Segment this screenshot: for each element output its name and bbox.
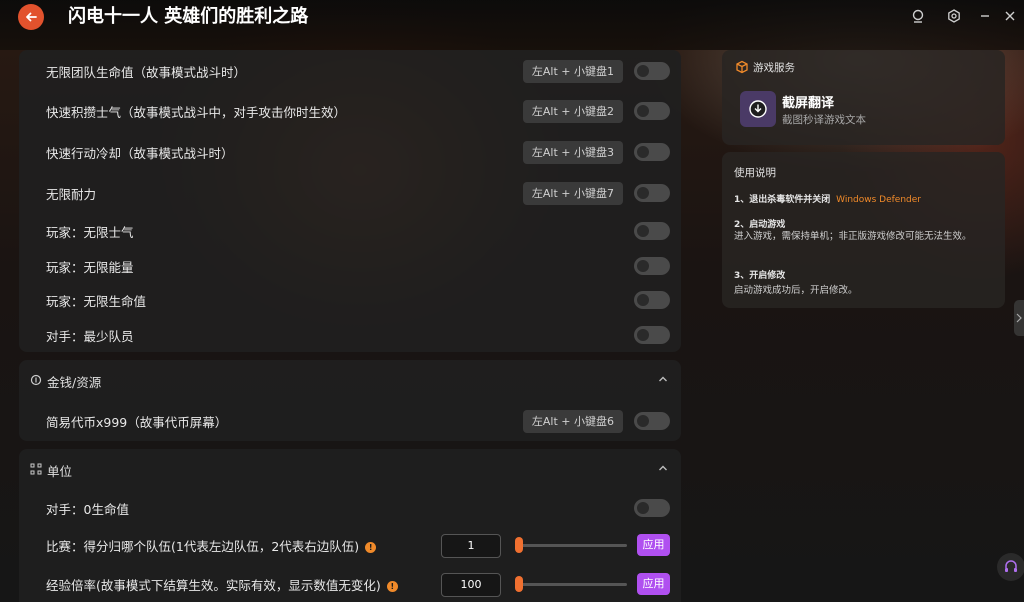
windows-defender-highlight: Windows Defender [836,195,922,205]
step-2-body: 进入游戏，需保持单机；非正版游戏修改可能无法生效。 [734,231,972,242]
info-icon[interactable]: ! [386,580,398,592]
section-unit: 单位 对手：0生命值 比赛：得分归哪个队伍(1代表左边队伍，2代表右边队伍)! … [19,449,681,602]
step-3-body: 启动游戏成功后，开启修改。 [734,285,858,296]
cheat-toggle[interactable] [634,499,670,517]
cheat-toggle[interactable] [634,62,670,80]
hotkey-badge[interactable]: 左Alt + 小键盘2 [522,99,623,123]
cheat-label: 无限耐力 [46,186,97,202]
cheat-label: 玩家：无限能量 [46,259,134,275]
value-input[interactable]: 100 [441,573,501,597]
customer-support-button[interactable] [997,553,1024,581]
cheat-toggle[interactable] [634,257,670,275]
cheat-toggle[interactable] [634,222,670,240]
section-header[interactable]: 单位 [19,449,681,489]
value-label: 经验倍率(故事模式下结算生效。实际有效，显示数值无变化)! [46,575,398,594]
section-title: 单位 [47,464,73,479]
step-2-title: 2、启动游戏 [734,220,786,230]
user-button[interactable] [910,8,926,24]
back-button[interactable] [18,4,44,30]
cheat-row: 无限团队生命值（故事模式战斗时） 左Alt + 小键盘1 [19,56,681,86]
title-bar: 闪电十一人 英雄们的胜利之路 [0,0,1024,50]
close-button[interactable] [1002,8,1018,24]
value-slider-track[interactable] [519,544,627,547]
cheat-toggle[interactable] [634,291,670,309]
step-3-title: 3、开启修改 [734,271,786,281]
cheat-row: 简易代币x999（故事代币屏幕） 左Alt + 小键盘6 [19,406,681,436]
hexagon-settings-icon [948,9,960,23]
cheat-row: 无限耐力 左Alt + 小键盘7 [19,178,681,208]
hotkey-badge[interactable]: 左Alt + 小键盘7 [522,181,623,205]
section-header[interactable]: 金钱/资源 [19,360,681,400]
box-icon [736,60,748,74]
section-title: 金钱/资源 [47,375,102,390]
settings-button[interactable] [946,8,962,24]
cheat-toggle[interactable] [634,326,670,344]
cheat-label: 快速积攒士气（故事模式战斗中，对手攻击你时生效） [46,104,347,120]
cheat-label: 简易代币x999（故事代币屏幕） [46,414,228,430]
info-icon[interactable]: ! [365,541,377,553]
cheat-panel-general: 无限团队生命值（故事模式战斗时） 左Alt + 小键盘1 快速积攒士气（故事模式… [19,50,681,352]
service-item-title: 截屏翻译 [782,96,835,111]
chevron-up-icon[interactable] [657,373,669,385]
value-slider-thumb[interactable] [515,576,523,592]
hotkey-badge[interactable]: 左Alt + 小键盘3 [522,140,623,164]
cheat-toggle[interactable] [634,143,670,161]
value-row: 比赛：得分归哪个队伍(1代表左边队伍，2代表右边队伍)! 1 应用 [19,530,681,560]
cheat-label: 玩家：无限生命值 [46,293,147,309]
headset-icon [1005,560,1017,572]
cheat-label: 对手：0生命值 [46,501,129,517]
arrow-left-icon [26,12,37,22]
value-slider-thumb[interactable] [515,537,523,553]
value-slider-track[interactable] [519,583,627,586]
value-row: 经验倍率(故事模式下结算生效。实际有效，显示数值无变化)! 100 应用 [19,569,681,599]
user-icon [912,9,924,23]
instructions-heading: 使用说明 [734,167,776,179]
game-service-heading: 游戏服务 [753,62,795,74]
cheat-row: 对手：最少队员 [19,320,681,350]
value-label: 比赛：得分归哪个队伍(1代表左边队伍，2代表右边队伍)! [46,536,377,555]
close-icon [1005,11,1015,21]
instructions-card: 使用说明 1、退出杀毒软件并关闭 Windows Defender 2、启动游戏… [722,152,1005,308]
hotkey-badge[interactable]: 左Alt + 小键盘6 [522,409,623,433]
screenshot-translate-button[interactable] [740,91,776,127]
cheat-label: 快速行动冷却（故事模式战斗时） [46,145,234,161]
cheat-label: 无限团队生命值（故事模式战斗时） [46,64,247,80]
cheat-label: 对手：最少队员 [46,328,134,344]
service-item-desc: 截图秒译游戏文本 [782,114,866,126]
coin-icon [30,374,42,386]
page-title: 闪电十一人 英雄们的胜利之路 [68,6,309,27]
minimize-icon [981,15,989,17]
value-input[interactable]: 1 [441,534,501,558]
cheat-toggle[interactable] [634,412,670,430]
chevron-up-icon[interactable] [657,462,669,474]
cheat-row: 玩家：无限士气 [19,216,681,246]
section-money: 金钱/资源 简易代币x999（故事代币屏幕） 左Alt + 小键盘6 [19,360,681,441]
step-1: 1、退出杀毒软件并关闭 Windows Defender [734,195,922,205]
minimize-button[interactable] [977,8,993,24]
apply-button[interactable]: 应用 [637,573,670,595]
apply-button[interactable]: 应用 [637,534,670,556]
cheat-toggle[interactable] [634,184,670,202]
game-service-card: 游戏服务 截屏翻译 截图秒译游戏文本 [722,50,1005,145]
chevron-right-icon [1016,313,1022,323]
cheat-row: 玩家：无限能量 [19,251,681,281]
download-circle-icon [749,100,767,118]
cheat-row: 玩家：无限生命值 [19,285,681,315]
cheat-row: 快速行动冷却（故事模式战斗时） 左Alt + 小键盘3 [19,137,681,167]
cheat-row: 快速积攒士气（故事模式战斗中，对手攻击你时生效） 左Alt + 小键盘2 [19,96,681,126]
side-panel-handle[interactable] [1014,300,1024,336]
unit-nodes-icon [30,463,42,475]
cheat-row: 对手：0生命值 [19,493,681,523]
cheat-toggle[interactable] [634,102,670,120]
cheat-label: 玩家：无限士气 [46,224,134,240]
hotkey-badge[interactable]: 左Alt + 小键盘1 [522,59,623,83]
